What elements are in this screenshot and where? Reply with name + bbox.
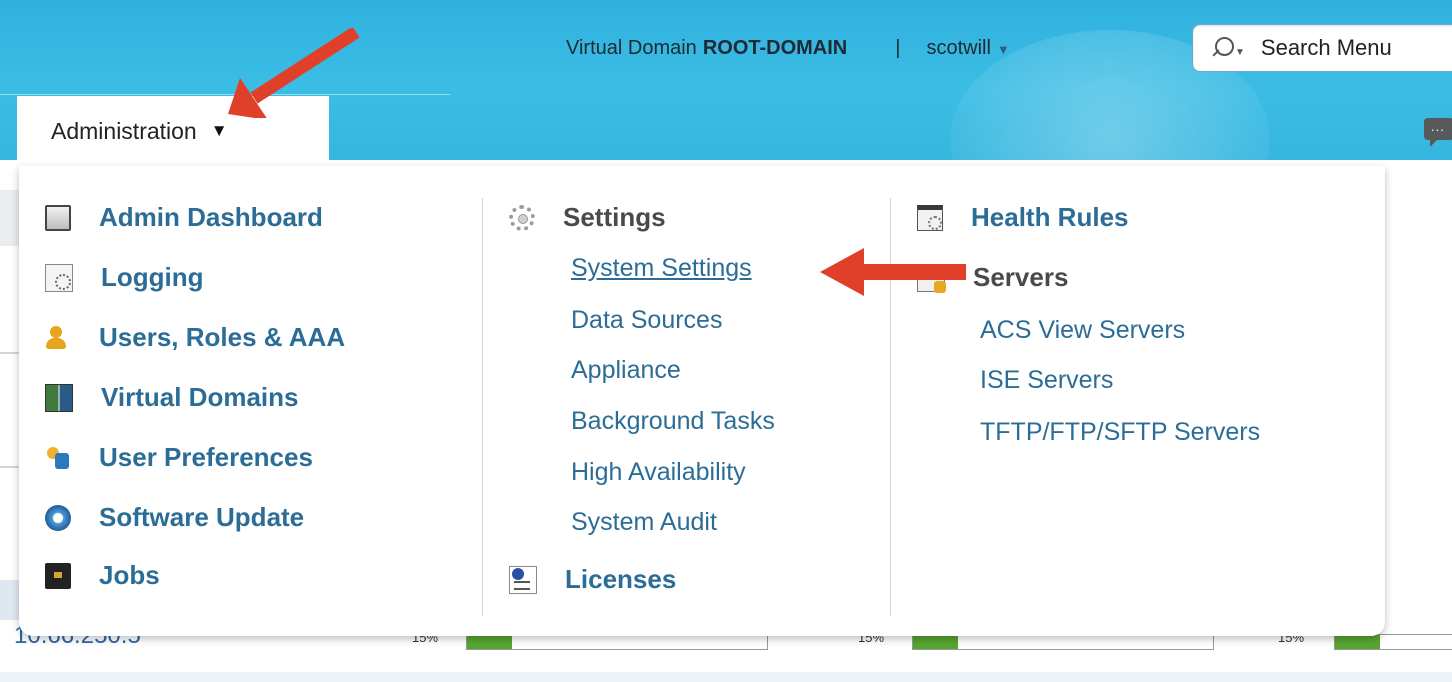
licenses-icon <box>509 565 537 594</box>
menu-item-tftp-ftp-sftp-servers[interactable]: TFTP/FTP/SFTP Servers <box>980 418 1260 447</box>
menu-item-acs-view-servers[interactable]: ACS View Servers <box>980 316 1185 345</box>
menu-item-label: Jobs <box>99 560 160 590</box>
menu-item-health-rules[interactable]: Health Rules <box>917 202 1129 233</box>
menu-item-data-sources[interactable]: Data Sources <box>571 306 722 335</box>
menu-item-label: Health Rules <box>971 202 1129 232</box>
administration-tab-label: Administration <box>51 117 197 144</box>
utilization-bar <box>466 634 768 650</box>
utilization-bar <box>1334 634 1452 650</box>
topbar-separator: | <box>895 36 901 59</box>
menu-item-label: Virtual Domains <box>101 382 299 412</box>
menu-item-label: Licenses <box>565 564 677 594</box>
menu-item-user-preferences[interactable]: User Preferences <box>45 442 313 473</box>
software-update-icon <box>45 504 71 531</box>
search-box[interactable]: ▼ <box>1192 24 1452 72</box>
menu-item-logging[interactable]: Logging <box>45 262 204 293</box>
menu-item-software-update[interactable]: Software Update <box>45 502 304 533</box>
topbar: Virtual Domain ROOT-DOMAIN | scotwill ▼ <box>566 30 1010 66</box>
dashboard-icon <box>45 204 71 231</box>
menu-heading-label: Servers <box>973 262 1069 292</box>
utilization-bar <box>912 634 1214 650</box>
menu-item-label: User Preferences <box>99 442 313 472</box>
menu-item-appliance[interactable]: Appliance <box>571 356 681 385</box>
menu-item-high-availability[interactable]: High Availability <box>571 458 746 487</box>
menu-item-background-tasks[interactable]: Background Tasks <box>571 407 775 436</box>
users-icon <box>45 325 71 351</box>
user-preferences-icon <box>45 445 71 471</box>
menu-heading-settings: Settings <box>509 202 666 233</box>
logging-icon <box>45 263 73 292</box>
search-icon[interactable] <box>1211 37 1234 59</box>
menu-item-system-settings[interactable]: System Settings <box>571 254 752 283</box>
menu-item-jobs[interactable]: Jobs <box>45 560 160 591</box>
menu-item-label: Admin Dashboard <box>99 202 323 232</box>
menu-heading-servers: Servers <box>917 262 1068 293</box>
health-rules-icon <box>917 204 943 231</box>
servers-icon <box>917 263 946 293</box>
background-row <box>0 672 1452 682</box>
menu-item-admin-dashboard[interactable]: Admin Dashboard <box>45 202 323 233</box>
chevron-down-icon: ▼ <box>210 121 228 140</box>
administration-dropdown-menu: Admin Dashboard Logging Users, Roles & A… <box>19 166 1385 636</box>
gear-icon <box>509 204 535 231</box>
menu-item-label: Software Update <box>99 502 305 532</box>
menu-item-users-roles-aaa[interactable]: Users, Roles & AAA <box>45 322 345 353</box>
chat-icon[interactable]: ... <box>1424 118 1452 147</box>
menu-heading-label: Settings <box>563 202 666 232</box>
virtual-domain-label: Virtual Domain <box>566 36 697 59</box>
menu-item-licenses[interactable]: Licenses <box>509 564 676 595</box>
search-input[interactable] <box>1258 34 1443 62</box>
column-divider <box>890 198 891 616</box>
header-divider <box>0 94 450 95</box>
user-menu[interactable]: scotwill ▼ <box>926 37 1009 60</box>
virtual-domain-name: ROOT-DOMAIN <box>702 36 848 59</box>
username: scotwill <box>926 36 991 59</box>
chevron-down-icon: ▼ <box>996 41 1010 57</box>
jobs-icon <box>45 562 71 589</box>
virtual-domains-icon <box>45 383 73 412</box>
menu-item-system-audit[interactable]: System Audit <box>571 508 717 537</box>
search-dropdown-icon[interactable]: ▼ <box>1235 47 1245 58</box>
column-divider <box>482 198 483 616</box>
menu-item-label: Users, Roles & AAA <box>99 322 346 352</box>
menu-item-ise-servers[interactable]: ISE Servers <box>980 366 1113 395</box>
administration-tab[interactable]: Administration ▼ <box>17 96 329 166</box>
menu-item-label: Logging <box>101 262 204 292</box>
menu-item-virtual-domains[interactable]: Virtual Domains <box>45 382 298 413</box>
